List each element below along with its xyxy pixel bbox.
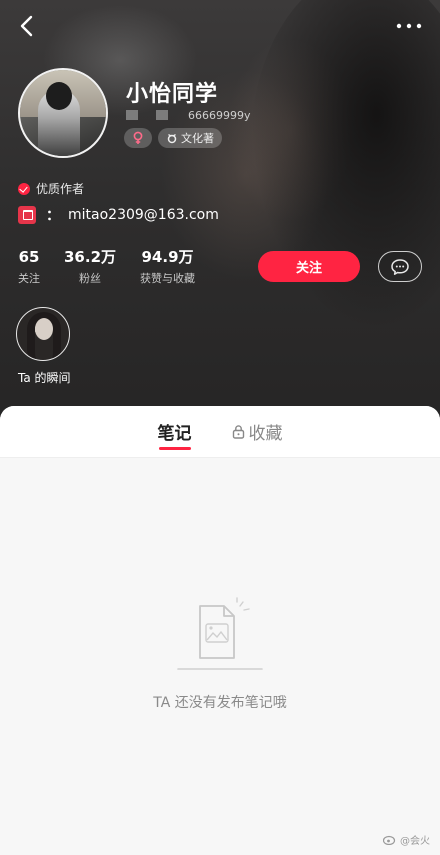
profile-header: 小怡同学 66669999y 文化著 优质作者 ： mitao2309@163.… [0,0,440,425]
profile-tabs: 笔记 收藏 [0,406,440,458]
stat-followers[interactable]: 36.2万 粉丝 [64,248,116,286]
bio-email: mitao2309@163.com [68,207,219,223]
empty-state: TA 还没有发布笔记哦 [0,596,440,712]
zodiac-tag: 文化著 [158,128,222,148]
avatar[interactable] [18,68,108,158]
back-button[interactable] [14,12,42,40]
stat-value: 94.9万 [141,248,194,266]
moments-entry[interactable]: Ta 的瞬间 [16,307,71,386]
more-dots-icon [396,23,422,29]
stat-label: 关注 [18,272,40,285]
chat-bubble-icon [391,258,409,275]
profile-stats: 65 关注 36.2万 粉丝 94.9万 获赞与收藏 [18,248,195,286]
tab-collections[interactable]: 收藏 [232,406,283,458]
chevron-left-icon [20,15,33,37]
tab-notes[interactable]: 笔记 [158,406,192,458]
profile-name: 小怡同学 [126,82,219,107]
stat-label: 获赞与收藏 [140,272,196,285]
gender-tag [124,128,152,148]
id-mask [126,110,138,120]
id-mask [156,110,168,120]
weibo-logo-icon [383,835,396,845]
zodiac-icon [167,134,177,144]
content-card: 笔记 收藏 TA 还没有发布笔记哦 @会火 [0,406,440,855]
stat-likes-collects[interactable]: 94.9万 获赞与收藏 [140,248,195,286]
quality-badge-label: 优质作者 [36,182,85,196]
moment-label: Ta 的瞬间 [18,371,71,385]
profile-tags: 文化著 [124,128,222,148]
quality-author-badge: 优质作者 [18,180,84,197]
empty-state-text: TA 还没有发布笔记哦 [153,695,287,711]
watermark: @会火 [383,832,430,847]
bio-colon: ： [46,208,60,224]
more-options-button[interactable] [392,12,426,40]
message-button[interactable] [378,251,422,282]
female-icon [133,131,143,144]
watermark-text: @会火 [400,836,430,847]
tab-notes-label: 笔记 [157,424,192,444]
stat-value: 65 [18,248,40,266]
stat-value: 36.2万 [64,248,117,266]
profile-bio: ： mitao2309@163.com [18,205,219,225]
mail-icon [18,206,36,224]
empty-document-icon [177,597,263,670]
profile-id-row: 66669999y [126,108,251,122]
lock-icon [232,425,244,439]
stat-label: 粉丝 [79,272,101,285]
follow-button[interactable]: 关注 [258,251,360,282]
verified-check-icon [18,182,30,195]
zodiac-tag-label: 文化著 [181,132,214,145]
moment-thumbnail [16,307,70,361]
tab-collections-label: 收藏 [248,424,283,444]
profile-id: 66669999y [188,108,251,122]
stat-following[interactable]: 65 关注 [18,248,40,286]
active-tab-indicator [158,446,191,450]
